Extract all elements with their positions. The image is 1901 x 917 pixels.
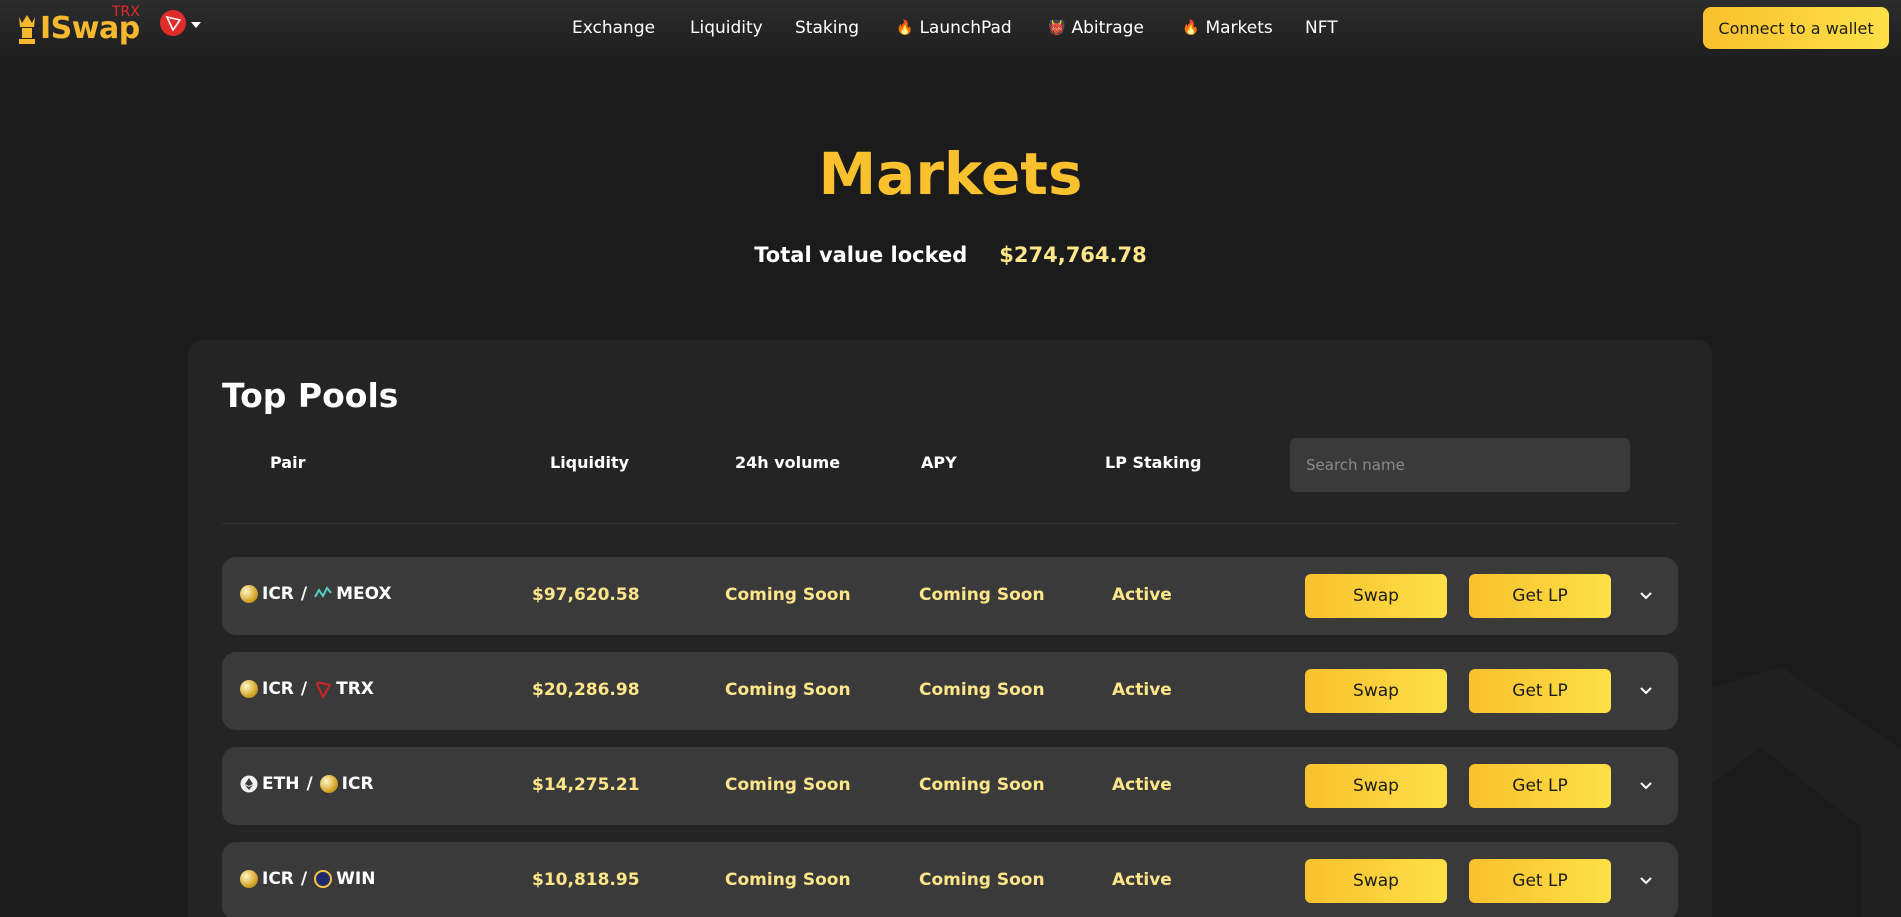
top-pools-panel: Top Pools Pair Liquidity 24h volume APY … [188, 340, 1712, 917]
token-a: ICR [262, 584, 294, 604]
pair-separator: / [300, 584, 308, 604]
tron-logo-icon [165, 15, 182, 32]
liquidity-value: $97,620.58 [532, 585, 640, 605]
volume-value: Coming Soon [725, 680, 851, 700]
swap-button[interactable]: Swap [1305, 574, 1447, 618]
tvl-label: Total value locked [754, 243, 968, 267]
column-header-apy: APY [921, 453, 957, 472]
volume-value: Coming Soon [725, 870, 851, 890]
pool-row[interactable]: ICR / TRX $20,286.98 Coming Soon Coming … [222, 652, 1678, 730]
chevron-down-icon[interactable] [1638, 587, 1654, 603]
apy-value: Coming Soon [919, 870, 1045, 890]
icr-coin-icon [240, 585, 258, 603]
chevron-down-icon[interactable] [1638, 872, 1654, 888]
swap-button[interactable]: Swap [1305, 764, 1447, 808]
pool-row[interactable]: ICR / MEOX $97,620.58 Coming Soon Coming… [222, 557, 1678, 635]
tvl-value: $274,764.78 [999, 243, 1147, 267]
icr-coin-icon [240, 870, 258, 888]
get-lp-button[interactable]: Get LP [1469, 859, 1611, 903]
pool-row[interactable]: ETH / ICR $14,275.21 Coming Soon Coming … [222, 747, 1678, 825]
volume-value: Coming Soon [725, 585, 851, 605]
chevron-down-icon[interactable] [1638, 777, 1654, 793]
nav-label: Exchange [572, 18, 656, 38]
nav-liquidity[interactable]: Liquidity [690, 17, 763, 39]
lp-staking-status: Active [1112, 870, 1172, 890]
swap-button[interactable]: Swap [1305, 859, 1447, 903]
panel-title: Top Pools [222, 376, 399, 415]
token-a: ICR [262, 679, 294, 699]
token-b: WIN [336, 869, 376, 889]
pair-cell: ICR / WIN [240, 869, 375, 889]
fire-icon: 🔥 [896, 20, 914, 36]
pair-separator: / [300, 679, 308, 699]
get-lp-button[interactable]: Get LP [1469, 574, 1611, 618]
icr-coin-icon [240, 680, 258, 698]
pair-cell: ETH / ICR [240, 774, 374, 794]
icr-coin-icon [319, 775, 338, 793]
top-nav-bar: ISwap TRX Exchange Liquidity Staking 🔥 L… [0, 0, 1901, 56]
pair-cell: ICR / TRX [240, 679, 374, 699]
liquidity-value: $14,275.21 [532, 775, 640, 795]
divider [222, 523, 1678, 524]
column-header-liquidity: Liquidity [550, 453, 630, 472]
win-icon [314, 870, 333, 888]
page-title: Markets [818, 140, 1083, 208]
token-b: MEOX [336, 584, 392, 604]
liquidity-value: $10,818.95 [532, 870, 640, 890]
nav-nft[interactable]: NFT [1305, 17, 1338, 39]
pair-separator: / [306, 774, 313, 794]
eth-icon [240, 775, 258, 793]
apy-value: Coming Soon [919, 775, 1045, 795]
nav-label: Markets [1205, 18, 1273, 38]
nav-exchange[interactable]: Exchange [572, 17, 655, 39]
nav-label: Liquidity [690, 18, 763, 38]
apy-value: Coming Soon [919, 585, 1045, 605]
nav-label: LaunchPad [919, 18, 1012, 38]
get-lp-button[interactable]: Get LP [1469, 669, 1611, 713]
apy-value: Coming Soon [919, 680, 1045, 700]
token-b: TRX [336, 679, 374, 699]
swap-button[interactable]: Swap [1305, 669, 1447, 713]
total-value-locked: Total value locked $274,764.78 [0, 243, 1901, 267]
nav-abitrage[interactable]: 👹 Abitrage [1048, 17, 1144, 39]
ogre-mask-icon: 👹 [1048, 20, 1066, 36]
column-header-lp-staking: LP Staking [1105, 453, 1202, 472]
connect-wallet-button[interactable]: Connect to a wallet [1703, 7, 1889, 49]
lp-staking-status: Active [1112, 775, 1172, 795]
nav-label: NFT [1305, 18, 1338, 38]
fire-icon: 🔥 [1182, 20, 1200, 36]
get-lp-button[interactable]: Get LP [1469, 764, 1611, 808]
token-a: ETH [262, 774, 300, 794]
pair-cell: ICR / MEOX [240, 584, 392, 604]
nav-markets[interactable]: 🔥 Markets [1182, 17, 1273, 39]
pool-row[interactable]: ICR / WIN $10,818.95 Coming Soon Coming … [222, 842, 1678, 917]
trx-icon [314, 680, 332, 698]
pair-separator: / [300, 869, 308, 889]
lp-staking-status: Active [1112, 680, 1172, 700]
crown-icon [19, 15, 35, 44]
nav-staking[interactable]: Staking [795, 17, 859, 39]
token-a: ICR [262, 869, 294, 889]
nav-launchpad[interactable]: 🔥 LaunchPad [896, 17, 1012, 39]
column-header-pair: Pair [270, 453, 306, 472]
nav-label: Staking [795, 18, 860, 38]
volume-value: Coming Soon [725, 775, 851, 795]
column-header-volume: 24h volume [735, 453, 841, 472]
liquidity-value: $20,286.98 [532, 680, 640, 700]
token-b: ICR [341, 774, 374, 794]
lp-staking-status: Active [1112, 585, 1172, 605]
chain-dropdown-caret-icon[interactable] [191, 22, 201, 28]
logo-network-label: TRX [112, 4, 140, 20]
tron-chain-icon[interactable] [160, 10, 186, 36]
search-input[interactable] [1290, 438, 1630, 492]
meox-icon [314, 586, 332, 598]
nav-label: Abitrage [1071, 18, 1144, 38]
chevron-down-icon[interactable] [1638, 682, 1654, 698]
